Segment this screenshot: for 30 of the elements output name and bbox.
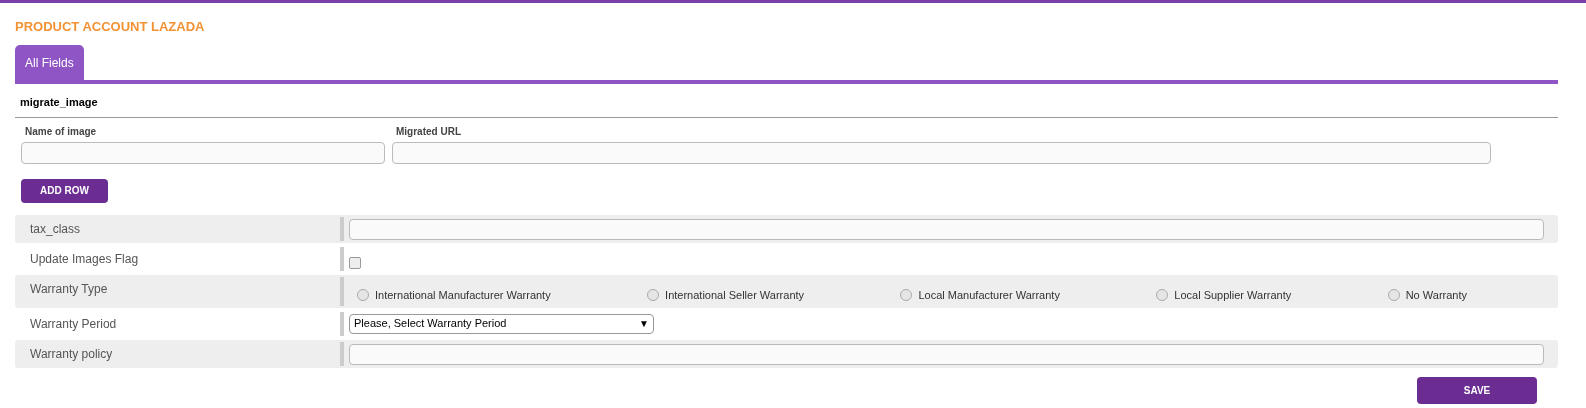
text-field[interactable] (392, 141, 1491, 164)
checkbox[interactable] (349, 256, 361, 269)
radio-button[interactable] (1156, 288, 1169, 301)
field-label: Warranty policy (29, 345, 114, 363)
radio-label: International Seller Warranty (665, 287, 805, 303)
select-value: Please, Select Warranty Period (354, 316, 507, 332)
section-title: migrate_image (15, 84, 1558, 118)
column-label: Migrated URL (395, 124, 462, 139)
page-title: PRODUCT ACCOUNT LAZADA (15, 18, 206, 36)
radio-button[interactable] (647, 288, 660, 301)
select-dropdown[interactable]: Please, Select Warranty Period ▼ (349, 313, 654, 334)
save-button[interactable]: SAVE (1417, 376, 1537, 404)
radio-button[interactable] (1387, 288, 1400, 301)
radio-label: International Manufacturer Warranty (375, 287, 551, 303)
dropdown-arrow: ▼ (639, 317, 649, 331)
radio-button[interactable] (900, 288, 913, 301)
text-field[interactable] (349, 343, 1544, 365)
radio-label: Local Manufacturer Warranty (918, 287, 1060, 303)
column-label: Name of image (24, 124, 98, 139)
field-label: Update Images Flag (29, 250, 140, 268)
field-label: Warranty Period (29, 315, 118, 333)
text-field[interactable] (349, 218, 1544, 240)
field-label: tax_class (29, 220, 82, 238)
radio-label: No Warranty (1405, 287, 1467, 303)
radio-label: Local Supplier Warranty (1174, 287, 1292, 303)
field-label: Warranty Type (29, 280, 109, 298)
add-row-button[interactable]: ADD ROW (21, 178, 108, 203)
tab[interactable]: All Fields (15, 45, 84, 80)
text-field[interactable] (21, 141, 385, 164)
radio-button[interactable] (357, 288, 369, 301)
